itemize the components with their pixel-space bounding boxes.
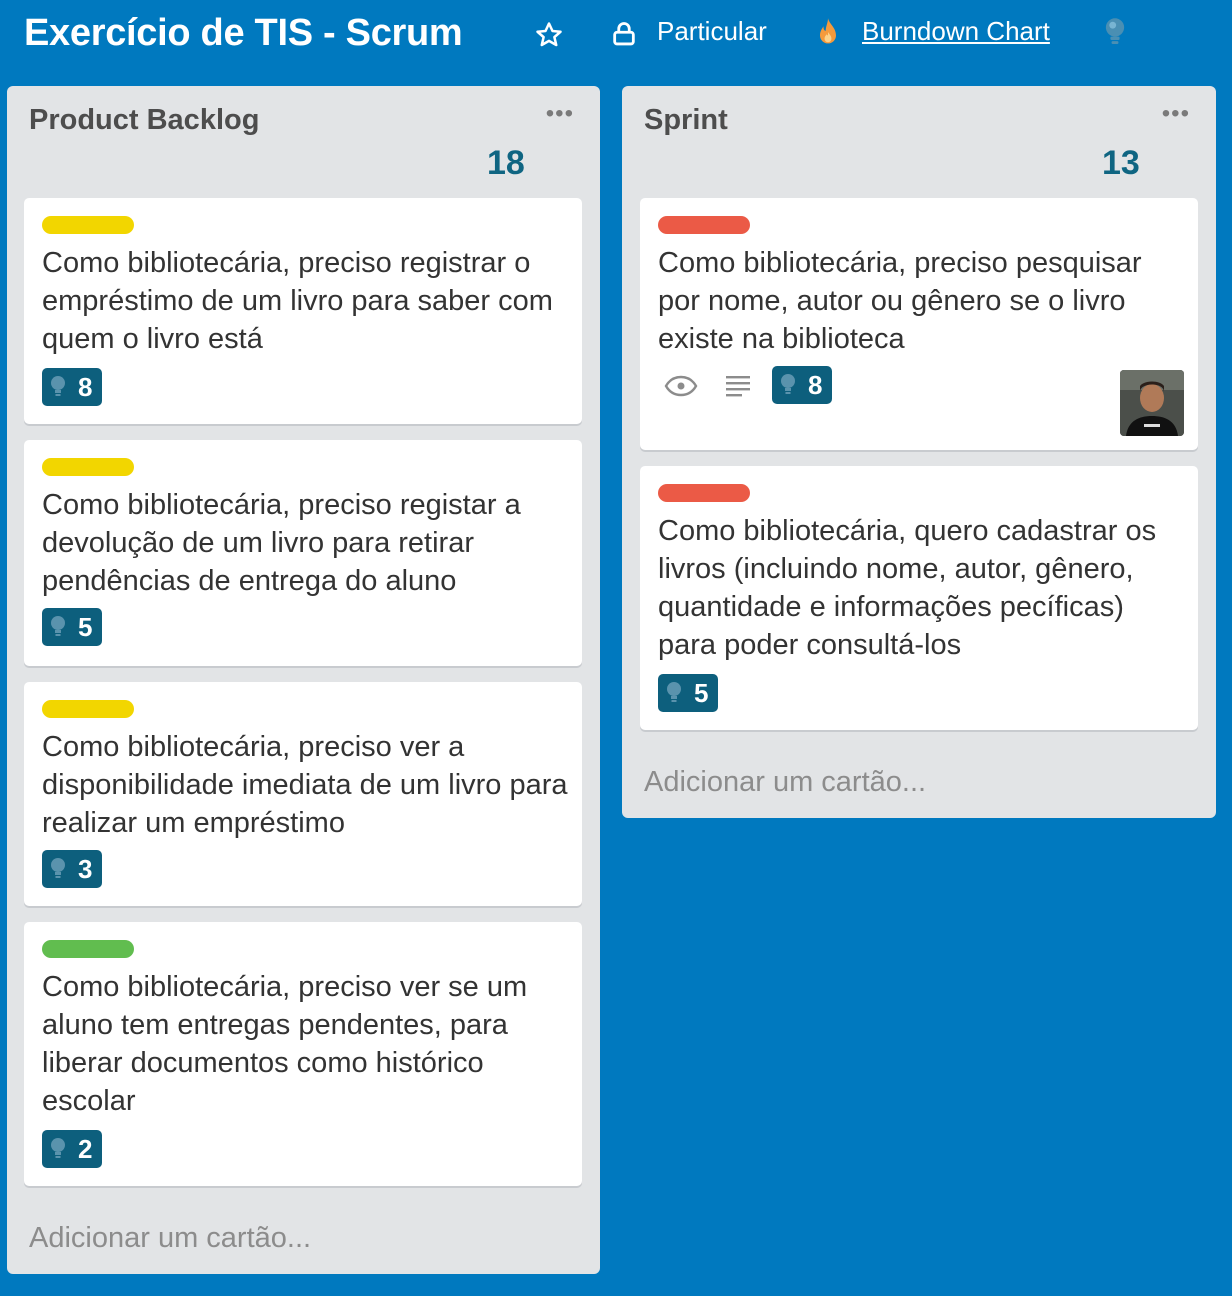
member-avatar[interactable] [1120,370,1184,436]
add-card-button[interactable]: Adicionar um cartão... [29,1222,311,1255]
visibility-button[interactable]: Particular [657,16,767,47]
card-title: Como bibliotecária, preciso registrar o … [42,247,553,355]
card-label-red [658,216,750,234]
card-label-yellow [42,700,134,718]
fire-icon [820,18,836,44]
list-points-total: 13 [1102,144,1140,182]
card-title: Como bibliotecária, preciso ver se um al… [42,971,528,1117]
lightbulb-icon [781,374,795,394]
card-title: Como bibliotecária, preciso ver a dispon… [42,731,568,839]
card[interactable]: Como bibliotecária, quero cadastrar os l… [640,466,1198,730]
burndown-chart-link[interactable]: Burndown Chart [862,16,1050,47]
card[interactable]: Como bibliotecária, preciso ver se um al… [24,922,582,1186]
list-menu-button[interactable]: ••• [546,100,574,128]
points-badge: 8 [772,366,832,404]
card-label-red [658,484,750,502]
list-title[interactable]: Product Backlog [29,104,259,137]
points-badge: 2 [42,1130,102,1168]
lock-icon [613,22,635,46]
points-value: 8 [808,369,823,400]
add-card-button[interactable]: Adicionar um cartão... [644,766,926,799]
card[interactable]: Como bibliotecária, preciso registar a d… [24,440,582,666]
points-badge: 5 [658,674,718,712]
list-title[interactable]: Sprint [644,104,728,137]
list-menu-button[interactable]: ••• [1162,100,1190,128]
lightbulb-icon [667,682,681,702]
points-badge: 5 [42,608,102,646]
board-header: Exercício de TIS - Scrum Particular Burn… [0,0,1232,70]
points-badge: 3 [42,850,102,888]
points-value: 5 [78,611,93,642]
card-title: Como bibliotecária, preciso pesquisar po… [658,247,1142,355]
card[interactable]: Como bibliotecária, preciso pesquisar po… [640,198,1198,450]
lightbulb-icon [51,858,65,878]
points-value: 2 [78,1133,93,1164]
card[interactable]: Como bibliotecária, preciso registrar o … [24,198,582,424]
card-title: Como bibliotecária, preciso registar a d… [42,489,521,597]
description-icon [726,376,750,397]
points-badge: 8 [42,368,102,406]
list-sprint: Sprint ••• 13 Como bibliotecária, precis… [622,86,1216,818]
eye-icon [664,375,698,397]
lightbulb-icon [51,1138,65,1158]
card-label-green [42,940,134,958]
points-value: 3 [78,853,93,884]
lightbulb-icon[interactable] [1100,16,1130,48]
star-icon[interactable] [534,20,564,50]
board-title[interactable]: Exercício de TIS - Scrum [24,12,463,55]
lightbulb-icon [51,616,65,636]
points-value: 5 [694,677,709,708]
list-points-total: 18 [487,144,525,182]
card-title: Como bibliotecária, quero cadastrar os l… [658,515,1157,661]
card[interactable]: Como bibliotecária, preciso ver a dispon… [24,682,582,906]
points-value: 8 [78,371,93,402]
card-label-yellow [42,458,134,476]
lightbulb-icon [51,376,65,396]
list-product-backlog: Product Backlog ••• 18 Como bibliotecári… [7,86,600,1274]
card-label-yellow [42,216,134,234]
